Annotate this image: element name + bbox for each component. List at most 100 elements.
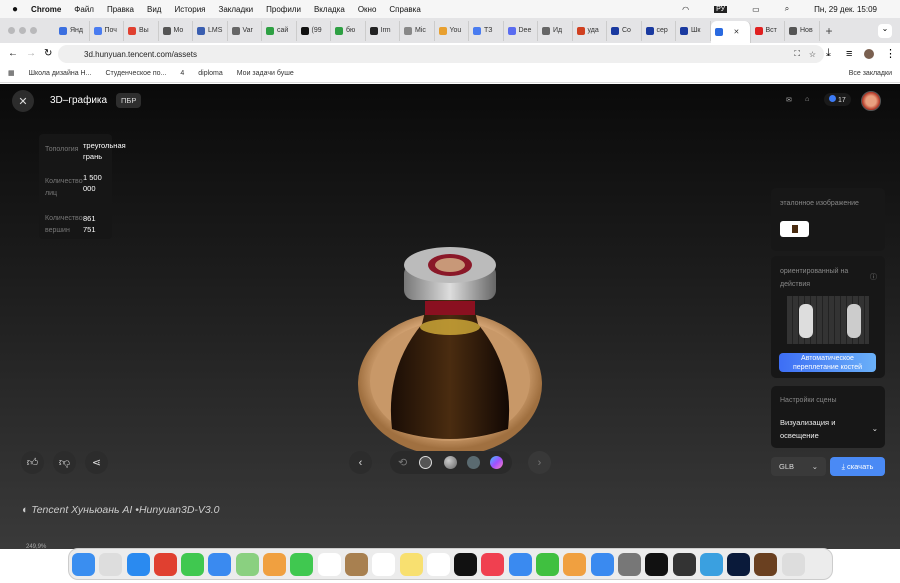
translate-icon[interactable]: ⛶ — [794, 49, 800, 59]
window-controls[interactable] — [8, 25, 41, 37]
finder-icon[interactable] — [72, 552, 95, 576]
prev-button[interactable]: ‹ — [349, 451, 372, 474]
downloads-stack-icon[interactable] — [754, 552, 778, 576]
telegram-icon[interactable] — [699, 552, 723, 576]
menu-edit[interactable]: Правка — [107, 5, 134, 14]
like-button[interactable]: 👍︎ — [21, 451, 44, 474]
browser-tab[interactable]: LMS — [193, 20, 228, 41]
back-icon[interactable]: ← — [8, 48, 18, 59]
browser-tab[interactable]: бю — [331, 20, 366, 41]
chrome-icon[interactable] — [153, 552, 177, 576]
calendar-icon[interactable] — [317, 552, 341, 576]
browser-tab[interactable]: Мо — [159, 20, 193, 41]
material-gradient[interactable] — [490, 456, 503, 469]
auto-rig-button[interactable]: Автоматическое переплетание костей — [779, 353, 876, 372]
material-clay[interactable] — [444, 456, 457, 469]
gift-icon[interactable]: ⌂ — [805, 96, 809, 103]
hunyuan-icon[interactable] — [672, 552, 696, 576]
scene-dropdown[interactable]: Визуализация и освещение ⌄ — [780, 416, 880, 442]
browser-tab[interactable]: Вст — [751, 20, 785, 41]
input-language[interactable]: РУ — [714, 5, 728, 13]
browser-tab[interactable]: сер — [642, 20, 676, 41]
format-select[interactable]: GLB ⌄ — [771, 457, 826, 476]
browser-tab[interactable]: Нов — [785, 20, 820, 41]
browser-tab[interactable]: Поч — [90, 20, 124, 41]
freeform-icon[interactable] — [426, 552, 450, 576]
media-icon[interactable]: ≡ — [846, 48, 852, 60]
browser-tab[interactable]: Var — [228, 20, 262, 41]
browser-tab[interactable]: сай — [262, 20, 297, 41]
browser-tab[interactable]: You — [435, 20, 469, 41]
info-icon[interactable]: ⓘ — [870, 272, 877, 282]
safari-icon[interactable] — [126, 552, 150, 576]
photoshop-icon[interactable] — [727, 552, 751, 576]
battery-icon[interactable]: ▭ — [752, 5, 760, 14]
contacts-icon[interactable] — [344, 552, 368, 576]
menu-profiles[interactable]: Профили — [266, 5, 301, 14]
notes-icon[interactable] — [399, 552, 423, 576]
forward-icon[interactable]: → — [26, 48, 36, 59]
close-button[interactable]: ✕ — [12, 90, 34, 112]
maps-icon[interactable] — [235, 552, 259, 576]
reminders-icon[interactable] — [372, 552, 396, 576]
browser-tab[interactable]: Янд — [55, 20, 90, 41]
browser-tab[interactable]: Вы — [124, 20, 159, 41]
menu-view[interactable]: Вид — [147, 5, 161, 14]
browser-tab[interactable]: ТЗ — [469, 20, 504, 41]
dislike-button[interactable]: 👎︎ — [53, 451, 76, 474]
material-normal[interactable] — [467, 456, 480, 469]
mail-icon[interactable]: ✉ — [786, 96, 792, 104]
keynote-icon[interactable] — [508, 552, 532, 576]
browser-tab[interactable]: Irm — [366, 20, 400, 41]
tab-search-button[interactable]: ⌄ — [878, 23, 892, 38]
bookmark-item[interactable]: Студенческое по... — [105, 70, 166, 77]
numbers-icon[interactable] — [536, 552, 560, 576]
menu-file[interactable]: Файл — [74, 5, 94, 14]
browser-tab[interactable]: Со — [607, 20, 642, 41]
material-textured[interactable] — [419, 456, 432, 469]
url-input[interactable]: 3d.hunyuan.tencent.com/assets ⛶ ☆ — [58, 45, 824, 63]
star-icon[interactable]: ☆ — [809, 50, 816, 59]
download-button[interactable]: ⤓ скачать — [830, 457, 885, 476]
bookmark-folder[interactable]: 4 — [180, 70, 184, 77]
browser-tab[interactable]: Ид — [538, 20, 573, 41]
search-icon[interactable]: ⌕ — [785, 4, 789, 14]
bookmark-item[interactable]: Мои задачи буше — [237, 70, 294, 77]
mail-icon[interactable] — [208, 552, 232, 576]
reference-thumbnail[interactable] — [780, 221, 809, 237]
figma-icon[interactable] — [645, 552, 669, 576]
browser-tab[interactable]: Mic — [400, 20, 435, 41]
facetime-icon[interactable] — [290, 552, 314, 576]
credits-badge[interactable]: 17 — [824, 93, 851, 106]
photos-icon[interactable] — [263, 552, 287, 576]
menu-tab[interactable]: Вкладка — [314, 5, 345, 14]
browser-tab[interactable]: (99 — [297, 20, 331, 41]
menu-app[interactable]: Chrome — [31, 5, 61, 14]
launchpad-icon[interactable] — [99, 552, 123, 576]
apps-icon[interactable]: ▦ — [8, 69, 15, 77]
bookmark-folder[interactable]: diploma — [198, 70, 223, 77]
app-store-icon[interactable] — [590, 552, 614, 576]
avatar[interactable] — [864, 48, 874, 59]
pages-icon[interactable] — [563, 552, 587, 576]
new-tab-button[interactable]: + — [826, 24, 833, 38]
browser-tab[interactable]: ✕ — [710, 21, 751, 43]
messages-icon[interactable] — [181, 552, 205, 576]
all-bookmarks[interactable]: Все закладки — [849, 70, 892, 77]
browser-tab[interactable]: Шк — [676, 20, 711, 41]
menu-icon[interactable]: ⋮ — [885, 47, 896, 60]
close-tab-icon[interactable]: ✕ — [734, 28, 740, 36]
reload-icon[interactable]: ↻ — [44, 48, 52, 59]
browser-tab[interactable]: уда — [573, 20, 607, 41]
3d-model-viewport[interactable] — [350, 229, 550, 459]
menu-history[interactable]: История — [174, 5, 205, 14]
menu-help[interactable]: Справка — [389, 5, 420, 14]
menu-bookmarks[interactable]: Закладки — [219, 5, 254, 14]
trash-icon[interactable] — [781, 552, 805, 576]
system-settings-icon[interactable] — [617, 552, 641, 576]
download-icon[interactable]: ⤓ — [826, 47, 831, 60]
pbr-badge[interactable]: ПБР — [116, 93, 142, 108]
wireframe-icon[interactable]: ⟲ — [398, 456, 407, 469]
browser-tab[interactable]: Dee — [504, 20, 538, 41]
next-button[interactable]: › — [528, 451, 551, 474]
